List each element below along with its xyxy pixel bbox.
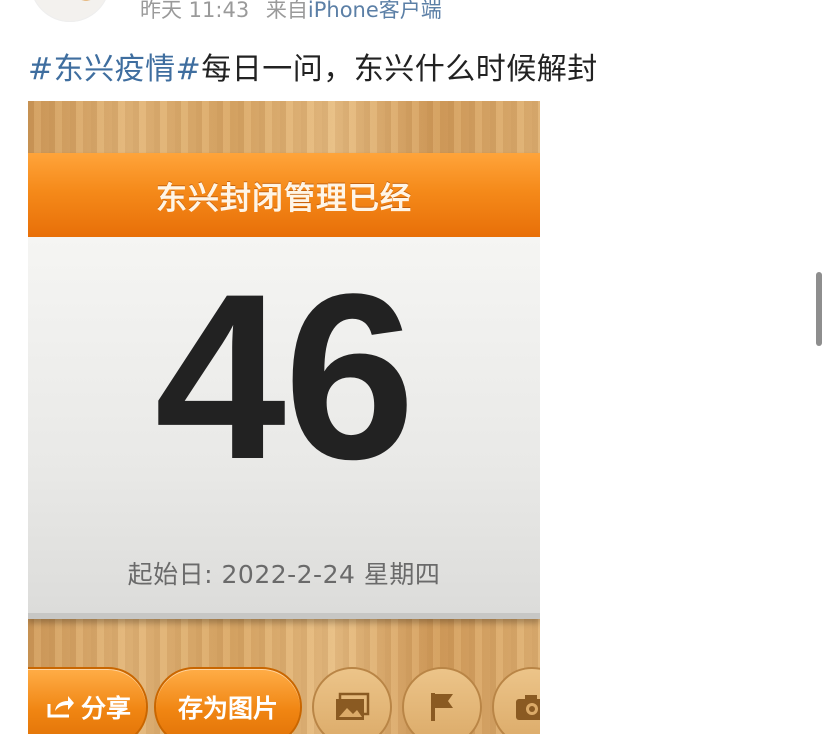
counter-card: 46 起始日: 2022-2-24 星期四: [28, 237, 540, 613]
hashtag-link[interactable]: #东兴疫情#: [28, 52, 201, 87]
avatar[interactable]: [30, 0, 110, 22]
source-link[interactable]: iPhone客户端: [308, 0, 442, 22]
post-meta: 昨天 11:43 来自iPhone客户端: [140, 0, 442, 24]
save-image-button[interactable]: 存为图片: [154, 667, 302, 734]
scrollbar[interactable]: [816, 272, 822, 346]
post-image[interactable]: 东兴封闭管理已经 46 起始日: 2022-2-24 星期四 分享 存为图片: [28, 101, 540, 734]
camera-icon: [516, 695, 540, 720]
start-date: 起始日: 2022-2-24 星期四: [127, 560, 441, 589]
post-time: 昨天 11:43: [140, 0, 250, 22]
post-text: #东兴疫情#每日一问，东兴什么时候解封: [28, 44, 598, 88]
camera-button[interactable]: [492, 667, 540, 734]
source-prefix: 来自: [265, 0, 308, 22]
save-label: 存为图片: [177, 694, 278, 723]
counter-header: 东兴封闭管理已经: [28, 153, 540, 237]
share-label: 分享: [80, 694, 131, 723]
flag-icon: [431, 693, 453, 721]
photo-button[interactable]: [312, 667, 392, 734]
post-body: 每日一问，东兴什么时候解封: [201, 52, 598, 87]
share-arrow-icon: [47, 696, 74, 718]
counter-header-text: 东兴封闭管理已经: [156, 180, 412, 217]
photo-icon: [336, 692, 370, 720]
day-count: 46: [154, 245, 416, 509]
share-button[interactable]: 分享: [28, 667, 148, 734]
flag-button[interactable]: [402, 667, 482, 734]
